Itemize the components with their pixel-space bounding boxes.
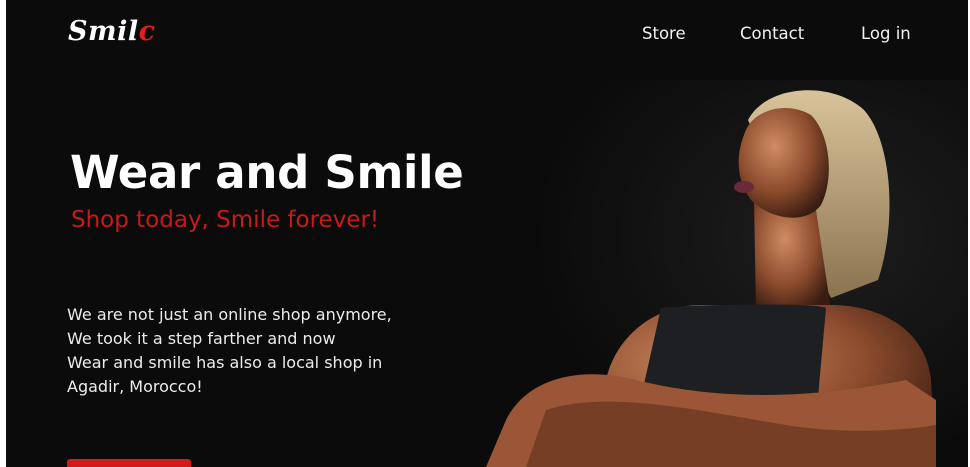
- nav-store-link[interactable]: Store: [642, 24, 686, 43]
- description-line: Wear and smile has also a local shop in: [67, 353, 383, 372]
- cta-button[interactable]: [67, 459, 191, 467]
- hero-section: Smil c Store Contact Log in Wear and Smi…: [6, 0, 968, 467]
- description-line: Agadir, Morocco!: [67, 377, 203, 396]
- description-line: We are not just an online shop anymore,: [67, 305, 392, 324]
- hero-subtitle: Shop today, Smile forever!: [71, 207, 380, 233]
- description-line: We took it a step farther and now: [67, 329, 336, 348]
- nav-login-link[interactable]: Log in: [861, 24, 911, 43]
- nav-contact-link[interactable]: Contact: [740, 24, 804, 43]
- hero-portrait-image: [486, 80, 968, 467]
- hero-description: We are not just an online shop anymore, …: [67, 303, 447, 399]
- top-nav: Store Contact Log in: [6, 24, 968, 48]
- hero-title: Wear and Smile: [70, 146, 464, 199]
